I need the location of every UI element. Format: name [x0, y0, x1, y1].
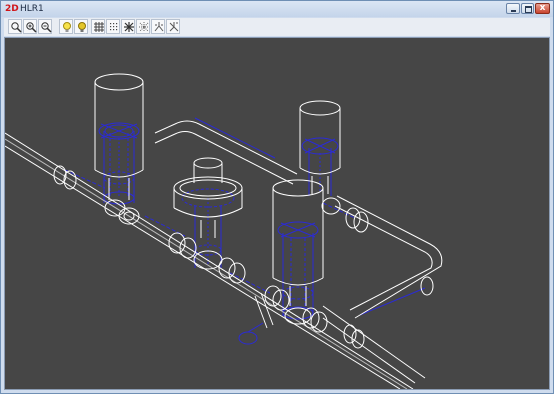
- minimize-icon: [511, 10, 516, 12]
- app-window: 2D HLR1 x: [0, 0, 554, 394]
- app-badge: 2D: [5, 4, 19, 14]
- minimize-button[interactable]: [506, 3, 520, 14]
- light-bulb-button[interactable]: [59, 19, 73, 34]
- grid-button[interactable]: [91, 19, 105, 34]
- toolbar: [4, 18, 550, 36]
- window-title: HLR1: [20, 4, 44, 14]
- dot-grid-icon: [110, 23, 118, 31]
- perspective-button[interactable]: [166, 19, 180, 34]
- zoom-in-button[interactable]: [23, 19, 37, 34]
- light-bulb-shaded-button[interactable]: [74, 19, 88, 34]
- close-button[interactable]: x: [535, 3, 550, 14]
- close-icon: x: [539, 3, 546, 13]
- light-bulb-shaded-icon: [78, 22, 86, 32]
- 3d-viewport[interactable]: [4, 37, 550, 390]
- maximize-icon: [525, 6, 532, 13]
- axes-button[interactable]: [121, 19, 135, 34]
- grid-icon: [94, 22, 104, 32]
- axes-dotted-icon: [139, 22, 149, 32]
- title-bar[interactable]: 2D HLR1 x: [1, 1, 553, 17]
- hidden-line-button[interactable]: [151, 19, 165, 34]
- perspective-icon: [169, 22, 179, 32]
- zoom-out-button[interactable]: [38, 19, 52, 34]
- dot-grid-button[interactable]: [106, 19, 120, 34]
- light-bulb-icon: [63, 22, 71, 32]
- axes-dotted-button[interactable]: [136, 19, 150, 34]
- hidden-line-icon: [154, 22, 164, 32]
- zoom-window-button[interactable]: [8, 19, 22, 34]
- zoom-out-icon: [41, 22, 52, 33]
- maximize-button[interactable]: [521, 3, 534, 14]
- zoom-in-icon: [26, 22, 37, 33]
- pipe-model-drawing: [5, 38, 549, 389]
- zoom-window-icon: [11, 22, 22, 33]
- axes-icon: [124, 22, 134, 32]
